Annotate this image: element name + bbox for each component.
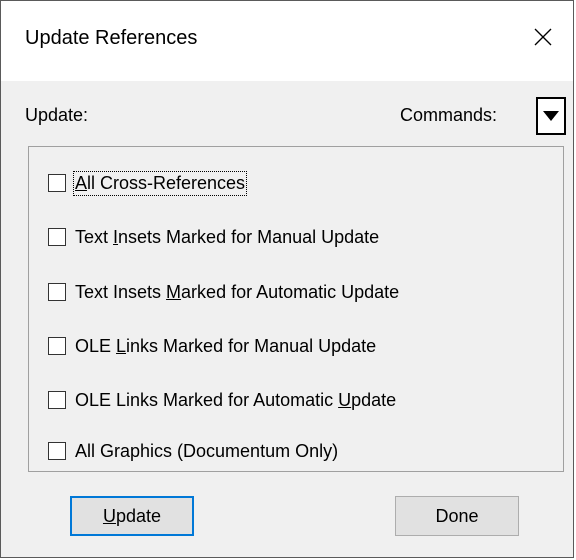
checkbox[interactable] — [48, 283, 66, 301]
checkbox[interactable] — [48, 228, 66, 246]
triangle-down-icon — [543, 111, 559, 121]
done-button[interactable]: Done — [395, 496, 519, 536]
close-icon — [534, 28, 552, 46]
option-all-graphics[interactable]: All Graphics (Documentum Only) — [48, 439, 338, 463]
update-button[interactable]: Update — [70, 496, 194, 536]
option-text-insets-manual[interactable]: Text Insets Marked for Manual Update — [48, 225, 379, 249]
done-button-label: Done — [435, 505, 479, 526]
update-button-label: Update — [102, 505, 162, 526]
checkbox[interactable] — [48, 442, 66, 460]
option-label: OLE Links Marked for Manual Update — [75, 335, 377, 356]
checkbox[interactable] — [48, 337, 66, 355]
dialog-title: Update References — [25, 27, 198, 49]
close-button[interactable] — [513, 1, 573, 73]
checkbox[interactable] — [48, 391, 66, 409]
commands-dropdown-button[interactable] — [536, 97, 566, 135]
option-label: All Graphics (Documentum Only) — [75, 440, 339, 461]
commands-label: Commands: — [400, 105, 498, 125]
title-bar: Update References — [1, 1, 573, 81]
option-ole-links-manual[interactable]: OLE Links Marked for Manual Update — [48, 334, 376, 358]
checkbox[interactable] — [48, 174, 66, 192]
option-text-insets-automatic[interactable]: Text Insets Marked for Automatic Update — [48, 280, 399, 304]
update-label: Update: — [25, 105, 89, 125]
option-label: Text Insets Marked for Manual Update — [75, 226, 380, 247]
update-references-dialog: Update References Update: Commands: All … — [0, 0, 574, 558]
option-label: OLE Links Marked for Automatic Update — [75, 389, 397, 410]
option-ole-links-automatic[interactable]: OLE Links Marked for Automatic Update — [48, 388, 396, 412]
option-label: Text Insets Marked for Automatic Update — [75, 281, 400, 302]
option-label: All Cross-References — [72, 170, 248, 196]
option-all-cross-references[interactable]: All Cross-References — [48, 170, 248, 196]
